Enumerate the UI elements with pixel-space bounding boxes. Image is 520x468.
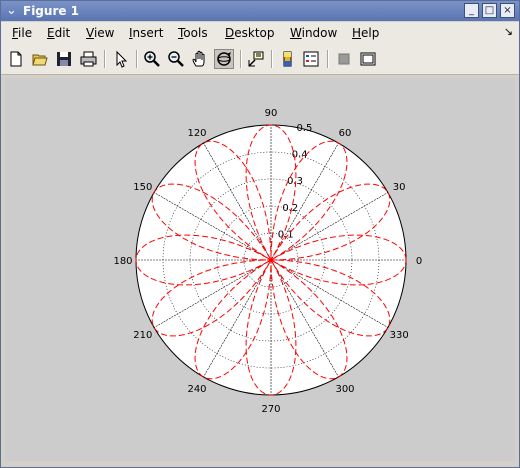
angle-tick-label: 0 bbox=[416, 256, 422, 267]
toolbar-separator bbox=[104, 50, 106, 68]
show-plot-tools-icon[interactable] bbox=[358, 49, 378, 69]
open-folder-icon[interactable] bbox=[30, 49, 50, 69]
new-figure-icon[interactable] bbox=[6, 49, 26, 69]
maximize-button[interactable]: □ bbox=[482, 3, 497, 18]
polar-plot[interactable]: 03060901201501802102402703003300.10.20.3… bbox=[5, 78, 515, 461]
window-title: Figure 1 bbox=[23, 4, 80, 18]
pan-hand-icon[interactable] bbox=[190, 49, 210, 69]
angle-tick-label: 60 bbox=[339, 128, 352, 139]
menu-view[interactable]: View bbox=[86, 25, 114, 41]
toolbar-separator bbox=[327, 50, 329, 68]
radial-tick-label: 0.5 bbox=[296, 123, 312, 134]
toolbar-separator bbox=[271, 50, 273, 68]
minimize-button[interactable]: _ bbox=[464, 3, 479, 18]
angle-tick-label: 150 bbox=[133, 182, 152, 193]
angle-tick-label: 300 bbox=[335, 384, 354, 395]
data-cursor-icon[interactable] bbox=[246, 49, 266, 69]
dock-arrow-icon[interactable]: ↘ bbox=[504, 25, 513, 38]
angle-tick-label: 270 bbox=[261, 404, 280, 415]
figure-canvas[interactable]: 0 30 60 90 120 150 180 210 240 270 300 330 0.1 0.2 0.3… bbox=[5, 78, 515, 461]
save-icon[interactable] bbox=[54, 49, 74, 69]
close-button[interactable]: × bbox=[500, 3, 515, 18]
print-icon[interactable] bbox=[78, 49, 98, 69]
menu-window[interactable]: Window bbox=[290, 25, 337, 41]
menu-insert[interactable]: Insert bbox=[129, 25, 163, 41]
hide-plot-tools-icon[interactable] bbox=[334, 49, 354, 69]
angle-tick-label: 120 bbox=[187, 128, 206, 139]
angle-tick-label: 210 bbox=[133, 330, 152, 341]
figure-toolbar bbox=[1, 44, 519, 75]
angle-tick-label: 330 bbox=[390, 330, 409, 341]
edit-plot-arrow-icon[interactable] bbox=[111, 49, 131, 69]
window-menu-icon[interactable]: ⌄ bbox=[4, 3, 19, 18]
title-bar[interactable]: ⌄ Figure 1 _ □ × bbox=[1, 1, 519, 21]
toolbar-separator bbox=[136, 50, 138, 68]
menu-help[interactable]: Help bbox=[352, 25, 379, 41]
menu-tools[interactable]: Tools bbox=[178, 25, 208, 41]
menu-edit[interactable]: Edit bbox=[47, 25, 70, 41]
angle-tick-label: 240 bbox=[187, 384, 206, 395]
zoom-in-icon[interactable] bbox=[142, 49, 162, 69]
angle-tick-label: 30 bbox=[393, 182, 406, 193]
angle-tick-label: 90 bbox=[265, 108, 278, 119]
menu-file[interactable]: File bbox=[12, 25, 32, 41]
zoom-out-icon[interactable] bbox=[166, 49, 186, 69]
menu-bar: File Edit View Insert Tools Desktop Wind… bbox=[1, 22, 519, 44]
toolbar-separator bbox=[240, 50, 242, 68]
insert-colorbar-icon[interactable] bbox=[278, 49, 298, 69]
angle-tick-label: 180 bbox=[113, 256, 132, 267]
rotate-3d-icon[interactable] bbox=[214, 49, 234, 69]
figure-window: ⌄ Figure 1 _ □ × File Edit View Insert T… bbox=[0, 0, 520, 468]
menu-desktop[interactable]: Desktop bbox=[225, 25, 275, 41]
insert-legend-icon[interactable] bbox=[301, 49, 321, 69]
